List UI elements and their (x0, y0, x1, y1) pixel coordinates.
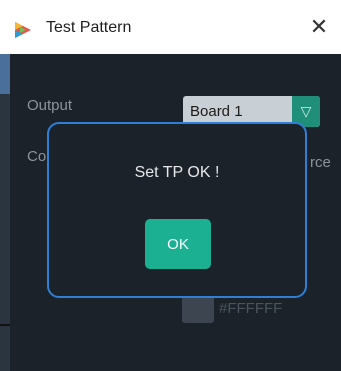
close-icon[interactable]: ✕ (306, 14, 332, 40)
window-title: Test Pattern (46, 19, 132, 36)
edge-divider (0, 324, 10, 326)
partial-label-right: rce (310, 154, 331, 171)
output-label: Output (27, 97, 73, 114)
ok-button[interactable]: OK (145, 219, 211, 269)
title-bar: Test Pattern ✕ (0, 0, 341, 54)
confirm-dialog: Set TP OK ! OK (47, 122, 307, 298)
dialog-message: Set TP OK ! (134, 164, 220, 181)
output-select-value: Board 1 (190, 103, 243, 120)
background-window-edge (0, 54, 10, 371)
color-hex-value: #FFFFFF (219, 300, 283, 317)
color-swatch[interactable] (182, 296, 214, 323)
partial-label-left: Co (27, 148, 47, 165)
app-icon (15, 22, 31, 38)
edge-highlight (0, 54, 10, 94)
